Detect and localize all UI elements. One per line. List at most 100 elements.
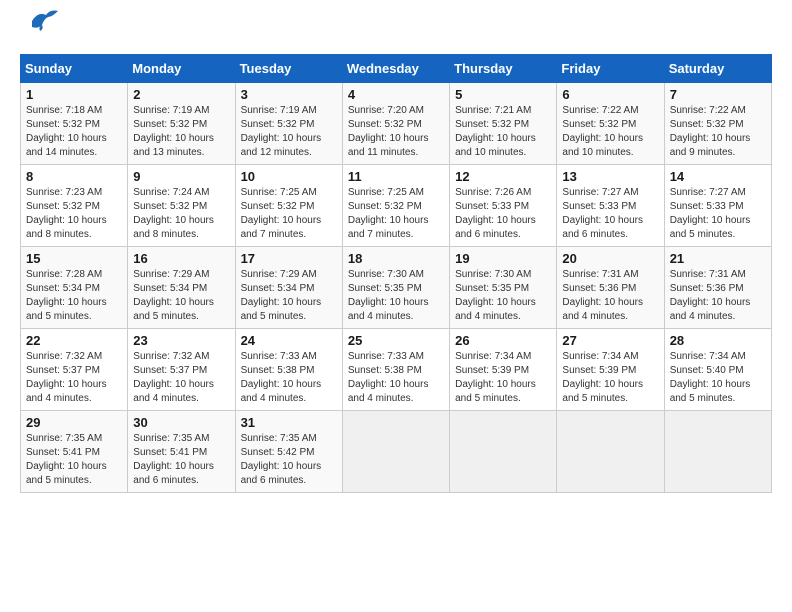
day-number: 22	[26, 333, 122, 348]
day-number: 31	[241, 415, 337, 430]
table-row: 14 Sunrise: 7:27 AM Sunset: 5:33 PM Dayli…	[664, 165, 771, 247]
day-info: Sunrise: 7:33 AM Sunset: 5:38 PM Dayligh…	[348, 350, 444, 406]
day-number: 8	[26, 169, 122, 184]
col-thursday: Thursday	[450, 55, 557, 83]
day-info: Sunrise: 7:22 AM Sunset: 5:32 PM Dayligh…	[670, 104, 766, 160]
table-row	[664, 411, 771, 493]
logo-bird-icon	[24, 7, 60, 40]
day-info: Sunrise: 7:19 AM Sunset: 5:32 PM Dayligh…	[133, 104, 229, 160]
day-info: Sunrise: 7:32 AM Sunset: 5:37 PM Dayligh…	[26, 350, 122, 406]
day-number: 25	[348, 333, 444, 348]
table-row	[342, 411, 449, 493]
calendar-table: Sunday Monday Tuesday Wednesday Thursday…	[20, 54, 772, 493]
table-row: 17 Sunrise: 7:29 AM Sunset: 5:34 PM Dayli…	[235, 247, 342, 329]
day-number: 16	[133, 251, 229, 266]
table-row: 11 Sunrise: 7:25 AM Sunset: 5:32 PM Dayli…	[342, 165, 449, 247]
day-number: 4	[348, 87, 444, 102]
table-row: 28 Sunrise: 7:34 AM Sunset: 5:40 PM Dayli…	[664, 329, 771, 411]
table-row: 24 Sunrise: 7:33 AM Sunset: 5:38 PM Dayli…	[235, 329, 342, 411]
day-info: Sunrise: 7:30 AM Sunset: 5:35 PM Dayligh…	[348, 268, 444, 324]
table-row	[450, 411, 557, 493]
day-info: Sunrise: 7:35 AM Sunset: 5:41 PM Dayligh…	[133, 432, 229, 488]
day-number: 10	[241, 169, 337, 184]
day-number: 17	[241, 251, 337, 266]
day-number: 20	[562, 251, 658, 266]
table-row: 10 Sunrise: 7:25 AM Sunset: 5:32 PM Dayli…	[235, 165, 342, 247]
col-sunday: Sunday	[21, 55, 128, 83]
table-row: 26Sunrise: 7:34 AM Sunset: 5:39 PM Dayli…	[450, 329, 557, 411]
table-row: 19 Sunrise: 7:30 AM Sunset: 5:35 PM Dayli…	[450, 247, 557, 329]
day-number: 12	[455, 169, 551, 184]
table-row: 6 Sunrise: 7:22 AM Sunset: 5:32 PM Daylig…	[557, 83, 664, 165]
table-row: 21 Sunrise: 7:31 AM Sunset: 5:36 PM Dayli…	[664, 247, 771, 329]
day-info: Sunrise: 7:27 AM Sunset: 5:33 PM Dayligh…	[562, 186, 658, 242]
day-number: 29	[26, 415, 122, 430]
day-info: Sunrise: 7:31 AM Sunset: 5:36 PM Dayligh…	[562, 268, 658, 324]
day-info: Sunrise: 7:30 AM Sunset: 5:35 PM Dayligh…	[455, 268, 551, 324]
day-info: Sunrise: 7:26 AM Sunset: 5:33 PM Dayligh…	[455, 186, 551, 242]
day-info: Sunrise: 7:25 AM Sunset: 5:32 PM Dayligh…	[348, 186, 444, 242]
table-row: 25 Sunrise: 7:33 AM Sunset: 5:38 PM Dayli…	[342, 329, 449, 411]
day-info: Sunrise: 7:24 AM Sunset: 5:32 PM Dayligh…	[133, 186, 229, 242]
day-info: Sunrise: 7:20 AM Sunset: 5:32 PM Dayligh…	[348, 104, 444, 160]
day-info: Sunrise: 7:27 AM Sunset: 5:33 PM Dayligh…	[670, 186, 766, 242]
day-info: Sunrise: 7:25 AM Sunset: 5:32 PM Dayligh…	[241, 186, 337, 242]
day-info: Sunrise: 7:29 AM Sunset: 5:34 PM Dayligh…	[133, 268, 229, 324]
day-number: 19	[455, 251, 551, 266]
day-number: 1	[26, 87, 122, 102]
table-row: 1 Sunrise: 7:18 AM Sunset: 5:32 PM Daylig…	[21, 83, 128, 165]
calendar-week-row: 15 Sunrise: 7:28 AM Sunset: 5:34 PM Dayli…	[21, 247, 772, 329]
table-row: 3 Sunrise: 7:19 AM Sunset: 5:32 PM Daylig…	[235, 83, 342, 165]
day-number: 30	[133, 415, 229, 430]
table-row: 7 Sunrise: 7:22 AM Sunset: 5:32 PM Daylig…	[664, 83, 771, 165]
table-row: 31 Sunrise: 7:35 AM Sunset: 5:42 PM Dayli…	[235, 411, 342, 493]
page-header	[20, 20, 772, 44]
col-monday: Monday	[128, 55, 235, 83]
day-number: 18	[348, 251, 444, 266]
day-number: 9	[133, 169, 229, 184]
day-info: Sunrise: 7:31 AM Sunset: 5:36 PM Dayligh…	[670, 268, 766, 324]
day-info: Sunrise: 7:21 AM Sunset: 5:32 PM Dayligh…	[455, 104, 551, 160]
day-info: Sunrise: 7:28 AM Sunset: 5:34 PM Dayligh…	[26, 268, 122, 324]
day-info: Sunrise: 7:33 AM Sunset: 5:38 PM Dayligh…	[241, 350, 337, 406]
table-row: 13 Sunrise: 7:27 AM Sunset: 5:33 PM Dayli…	[557, 165, 664, 247]
day-info: Sunrise: 7:34 AM Sunset: 5:40 PM Dayligh…	[670, 350, 766, 406]
day-number: 15	[26, 251, 122, 266]
day-number: 21	[670, 251, 766, 266]
table-row: 23 Sunrise: 7:32 AM Sunset: 5:37 PM Dayli…	[128, 329, 235, 411]
day-info: Sunrise: 7:18 AM Sunset: 5:32 PM Dayligh…	[26, 104, 122, 160]
calendar-header-row: Sunday Monday Tuesday Wednesday Thursday…	[21, 55, 772, 83]
col-saturday: Saturday	[664, 55, 771, 83]
day-number: 13	[562, 169, 658, 184]
day-number: 23	[133, 333, 229, 348]
calendar-week-row: 8Sunrise: 7:23 AM Sunset: 5:32 PM Daylig…	[21, 165, 772, 247]
day-number: 7	[670, 87, 766, 102]
table-row: 8Sunrise: 7:23 AM Sunset: 5:32 PM Daylig…	[21, 165, 128, 247]
table-row: 4 Sunrise: 7:20 AM Sunset: 5:32 PM Daylig…	[342, 83, 449, 165]
table-row: 9 Sunrise: 7:24 AM Sunset: 5:32 PM Daylig…	[128, 165, 235, 247]
col-friday: Friday	[557, 55, 664, 83]
day-number: 24	[241, 333, 337, 348]
table-row: 12 Sunrise: 7:26 AM Sunset: 5:33 PM Dayli…	[450, 165, 557, 247]
table-row: 27Sunrise: 7:34 AM Sunset: 5:39 PM Dayli…	[557, 329, 664, 411]
day-info: Sunrise: 7:22 AM Sunset: 5:32 PM Dayligh…	[562, 104, 658, 160]
day-number: 6	[562, 87, 658, 102]
table-row: 5 Sunrise: 7:21 AM Sunset: 5:32 PM Daylig…	[450, 83, 557, 165]
day-info: Sunrise: 7:19 AM Sunset: 5:32 PM Dayligh…	[241, 104, 337, 160]
table-row: 29Sunrise: 7:35 AM Sunset: 5:41 PM Dayli…	[21, 411, 128, 493]
day-info: Sunrise: 7:32 AM Sunset: 5:37 PM Dayligh…	[133, 350, 229, 406]
calendar-week-row: 1 Sunrise: 7:18 AM Sunset: 5:32 PM Daylig…	[21, 83, 772, 165]
day-number: 28	[670, 333, 766, 348]
day-number: 3	[241, 87, 337, 102]
day-number: 11	[348, 169, 444, 184]
day-number: 14	[670, 169, 766, 184]
calendar-week-row: 29 Sunrise: 7:35 AM Sunset: 5:41 PM Dayli…	[21, 411, 772, 493]
day-info: Sunrise: 7:34 AM Sunset: 5:39 PM Dayligh…	[455, 350, 551, 406]
col-wednesday: Wednesday	[342, 55, 449, 83]
day-info: Sunrise: 7:29 AM Sunset: 5:34 PM Dayligh…	[241, 268, 337, 324]
table-row: 22 Sunrise: 7:32 AM Sunset: 5:37 PM Dayli…	[21, 329, 128, 411]
day-info: Sunrise: 7:34 AM Sunset: 5:39 PM Dayligh…	[562, 350, 658, 406]
day-number: 5	[455, 87, 551, 102]
day-info: Sunrise: 7:35 AM Sunset: 5:42 PM Dayligh…	[241, 432, 337, 488]
logo	[20, 20, 60, 44]
